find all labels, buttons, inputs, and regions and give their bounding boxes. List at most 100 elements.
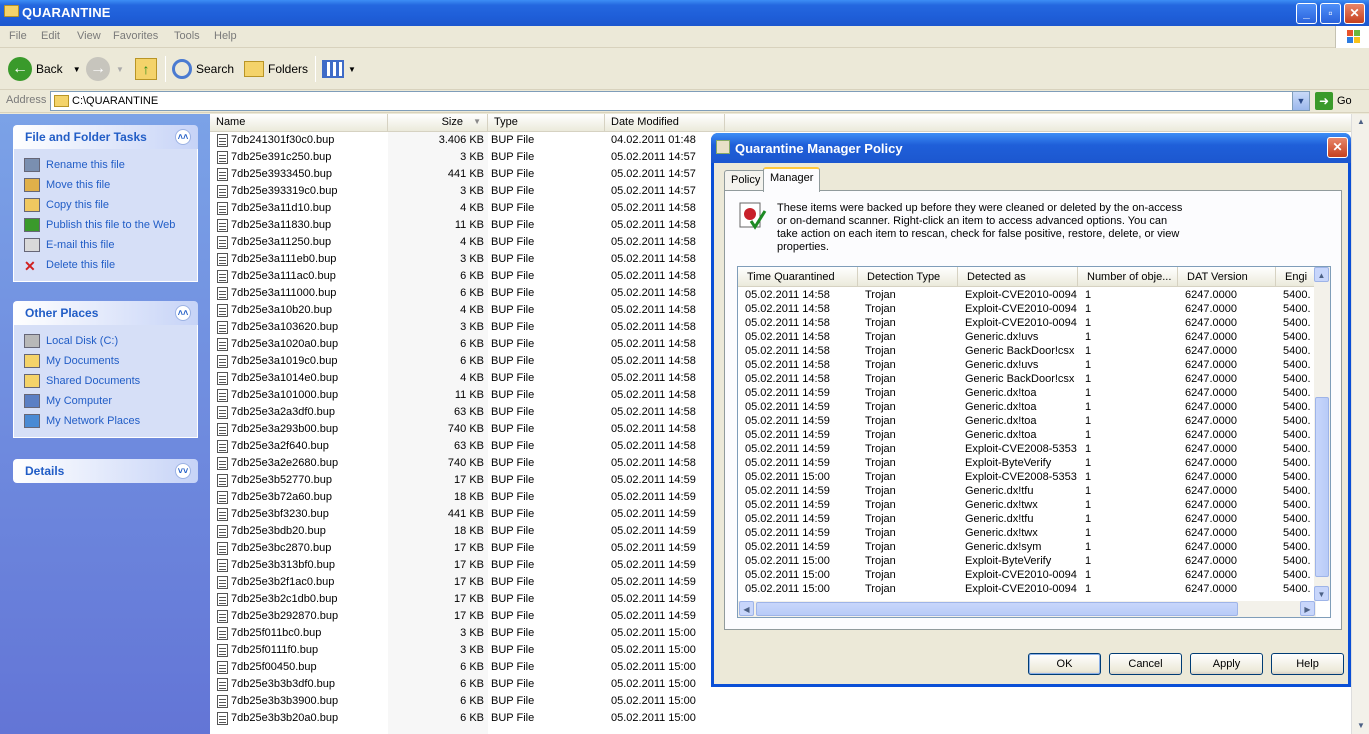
close-button[interactable]: ✕	[1344, 3, 1365, 24]
table-row[interactable]: 05.02.2011 14:58 Trojan Exploit-CVE2010-00…	[738, 302, 1316, 316]
up-folder-button[interactable]: ↑	[135, 56, 157, 82]
ok-button[interactable]: OK	[1028, 653, 1101, 675]
file-list-scrollbar[interactable]: ▲ ▼	[1351, 114, 1369, 734]
file-row[interactable]: 7db25e3b3b20a0.bup 6 KB BUP File 05.02.2011…	[210, 710, 730, 727]
file-row[interactable]: 7db25e3a11d10.bup 4 KB BUP File 05.02.2011 …	[210, 200, 730, 217]
menu-file[interactable]: File	[9, 30, 27, 42]
file-row[interactable]: 7db25e3b72a60.bup 18 KB BUP File 05.02.2011…	[210, 489, 730, 506]
scroll-up-arrow-icon[interactable]: ▲	[1353, 114, 1369, 130]
scroll-thumb[interactable]	[756, 602, 1238, 616]
folders-button[interactable]: Folders	[244, 56, 308, 82]
other-places-header[interactable]: Other Places ˄˄	[13, 301, 198, 325]
search-button[interactable]: Search	[172, 56, 234, 82]
file-row[interactable]: 7db241301f30c0.bup 3.406 KB BUP File 04.02.…	[210, 132, 730, 149]
file-row[interactable]: 7db25e3a111000.bup 6 KB BUP File 05.02.2011…	[210, 285, 730, 302]
table-row[interactable]: 05.02.2011 14:59 Trojan Exploit-CVE2008-53…	[738, 442, 1316, 456]
file-row[interactable]: 7db25f0111f0.bup 3 KB BUP File 05.02.2011 1…	[210, 642, 730, 659]
table-row[interactable]: 05.02.2011 14:59 Trojan Generic.dx!toa 1 624…	[738, 428, 1316, 442]
table-row[interactable]: 05.02.2011 15:00 Trojan Exploit-ByteVerify…	[738, 554, 1316, 568]
menu-help[interactable]: Help	[214, 30, 237, 42]
table-row[interactable]: 05.02.2011 15:00 Trojan Exploit-CVE2008-53…	[738, 470, 1316, 484]
table-row[interactable]: 05.02.2011 14:59 Trojan Generic.dx!toa 1 624…	[738, 400, 1316, 414]
menu-view[interactable]: View	[77, 30, 101, 42]
column-detected-as[interactable]: Detected as	[958, 267, 1078, 287]
column-size[interactable]: Size ▼	[388, 114, 488, 132]
task-item[interactable]: Shared Documents	[24, 371, 197, 391]
column-engine[interactable]: Engi	[1276, 267, 1318, 287]
task-item[interactable]: My Computer	[24, 391, 197, 411]
file-row[interactable]: 7db25e3b2c1db0.bup 17 KB BUP File 05.02.201…	[210, 591, 730, 608]
scroll-right-arrow-icon[interactable]: ▶	[1300, 601, 1315, 616]
table-horizontal-scrollbar[interactable]: ◀ ▶	[738, 601, 1316, 617]
dialog-titlebar[interactable]: Quarantine Manager Policy ✕	[711, 133, 1351, 163]
scroll-down-arrow-icon[interactable]: ▼	[1353, 718, 1369, 734]
file-row[interactable]: 7db25e3a11250.bup 4 KB BUP File 05.02.2011 …	[210, 234, 730, 251]
task-item[interactable]: My Documents	[24, 351, 197, 371]
column-name[interactable]: Name	[210, 114, 388, 132]
chevron-down-icon[interactable]: ▼	[73, 65, 81, 74]
file-row[interactable]: 7db25e3a1014e0.bup 4 KB BUP File 05.02.2011…	[210, 370, 730, 387]
column-dat-version[interactable]: DAT Version	[1178, 267, 1276, 287]
task-item[interactable]: My Network Places	[24, 411, 197, 431]
quarantine-items-table[interactable]: Time Quarantined Detection Type Detected…	[737, 266, 1331, 618]
collapse-chevron-icon[interactable]: ˄˄	[175, 129, 191, 145]
file-row[interactable]: 7db25e3bf3230.bup 441 KB BUP File 05.02.201…	[210, 506, 730, 523]
table-row[interactable]: 05.02.2011 15:00 Trojan Exploit-CVE2010-00…	[738, 568, 1316, 582]
scroll-thumb[interactable]	[1315, 397, 1329, 577]
table-row[interactable]: 05.02.2011 14:59 Trojan Generic.dx!tfu 1 624…	[738, 484, 1316, 498]
column-time-quarantined[interactable]: Time Quarantined	[738, 267, 858, 287]
task-item[interactable]: Rename this file	[24, 155, 197, 175]
expand-chevron-icon[interactable]: ˅˅	[175, 463, 191, 479]
file-folder-tasks-header[interactable]: File and Folder Tasks ˄˄	[13, 125, 198, 149]
task-item[interactable]: Move this file	[24, 175, 197, 195]
table-row[interactable]: 05.02.2011 14:58 Trojan Generic.dx!uvs 1 624…	[738, 358, 1316, 372]
column-date-modified[interactable]: Date Modified	[605, 114, 725, 132]
scroll-up-arrow-icon[interactable]: ▲	[1314, 267, 1329, 282]
table-vertical-scrollbar[interactable]: ▲ ▼	[1314, 267, 1330, 601]
column-detection-type[interactable]: Detection Type	[858, 267, 958, 287]
address-input[interactable]: C:\QUARANTINE ▼	[50, 91, 1310, 111]
task-item[interactable]: Copy this file	[24, 195, 197, 215]
file-row[interactable]: 7db25e3a2e2680.bup 740 KB BUP File 05.02.20…	[210, 455, 730, 472]
file-row[interactable]: 7db25e3a101000.bup 11 KB BUP File 05.02.201…	[210, 387, 730, 404]
file-row[interactable]: 7db25e3a111ac0.bup 6 KB BUP File 05.02.2011…	[210, 268, 730, 285]
file-row[interactable]: 7db25e3a103620.bup 3 KB BUP File 05.02.2011…	[210, 319, 730, 336]
dialog-close-button[interactable]: ✕	[1327, 137, 1348, 158]
window-titlebar[interactable]: QUARANTINE _ ▫ ✕	[0, 0, 1369, 26]
table-row[interactable]: 05.02.2011 14:59 Trojan Generic.dx!toa 1 624…	[738, 414, 1316, 428]
file-row[interactable]: 7db25e3a293b00.bup 740 KB BUP File 05.02.20…	[210, 421, 730, 438]
tab-policy[interactable]: Policy	[724, 170, 768, 191]
file-row[interactable]: 7db25e3b3b3900.bup 6 KB BUP File 05.02.2011…	[210, 693, 730, 710]
tab-manager[interactable]: Manager	[763, 167, 821, 192]
file-row[interactable]: 7db25e3b52770.bup 17 KB BUP File 05.02.2011…	[210, 472, 730, 489]
table-row[interactable]: 05.02.2011 14:59 Trojan Generic.dx!sym 1 624…	[738, 540, 1316, 554]
table-row[interactable]: 05.02.2011 14:59 Trojan Exploit-ByteVerify…	[738, 456, 1316, 470]
apply-button[interactable]: Apply	[1190, 653, 1263, 675]
file-row[interactable]: 7db25e3a1019c0.bup 6 KB BUP File 05.02.2011…	[210, 353, 730, 370]
back-button[interactable]: ← Back ▼	[8, 56, 81, 82]
table-row[interactable]: 05.02.2011 14:59 Trojan Generic.dx!twx 1 624…	[738, 526, 1316, 540]
file-row[interactable]: 7db25e3bc2870.bup 17 KB BUP File 05.02.2011…	[210, 540, 730, 557]
table-row[interactable]: 05.02.2011 15:00 Trojan Exploit-CVE2010-00…	[738, 582, 1316, 596]
file-row[interactable]: 7db25e3b2f1ac0.bup 17 KB BUP File 05.02.201…	[210, 574, 730, 591]
table-row[interactable]: 05.02.2011 14:58 Trojan Generic BackDoor!c…	[738, 344, 1316, 358]
task-item[interactable]: Local Disk (C:)	[24, 331, 197, 351]
go-button[interactable]: ➜ Go	[1315, 92, 1352, 110]
file-row[interactable]: 7db25e3b292870.bup 17 KB BUP File 05.02.201…	[210, 608, 730, 625]
table-row[interactable]: 05.02.2011 14:58 Trojan Exploit-CVE2010-00…	[738, 316, 1316, 330]
forward-button[interactable]: → ▼	[86, 56, 124, 82]
file-row[interactable]: 7db25f011bc0.bup 3 KB BUP File 05.02.2011 1…	[210, 625, 730, 642]
table-row[interactable]: 05.02.2011 14:58 Trojan Generic.dx!uvs 1 624…	[738, 330, 1316, 344]
file-row[interactable]: 7db25e3a2f640.bup 63 KB BUP File 05.02.2011…	[210, 438, 730, 455]
menu-tools[interactable]: Tools	[174, 30, 200, 42]
file-row[interactable]: 7db25e3a1020a0.bup 6 KB BUP File 05.02.2011…	[210, 336, 730, 353]
file-row[interactable]: 7db25e3b3b3df0.bup 6 KB BUP File 05.02.2011…	[210, 676, 730, 693]
scroll-left-arrow-icon[interactable]: ◀	[739, 601, 754, 616]
file-row[interactable]: 7db25e3933450.bup 441 KB BUP File 05.02.201…	[210, 166, 730, 183]
column-type[interactable]: Type	[488, 114, 605, 132]
minimize-button[interactable]: _	[1296, 3, 1317, 24]
task-item[interactable]: E-mail this file	[24, 235, 197, 255]
task-item[interactable]: Publish this file to the Web	[24, 215, 197, 235]
details-header[interactable]: Details ˅˅	[13, 459, 198, 483]
scroll-down-arrow-icon[interactable]: ▼	[1314, 586, 1329, 601]
